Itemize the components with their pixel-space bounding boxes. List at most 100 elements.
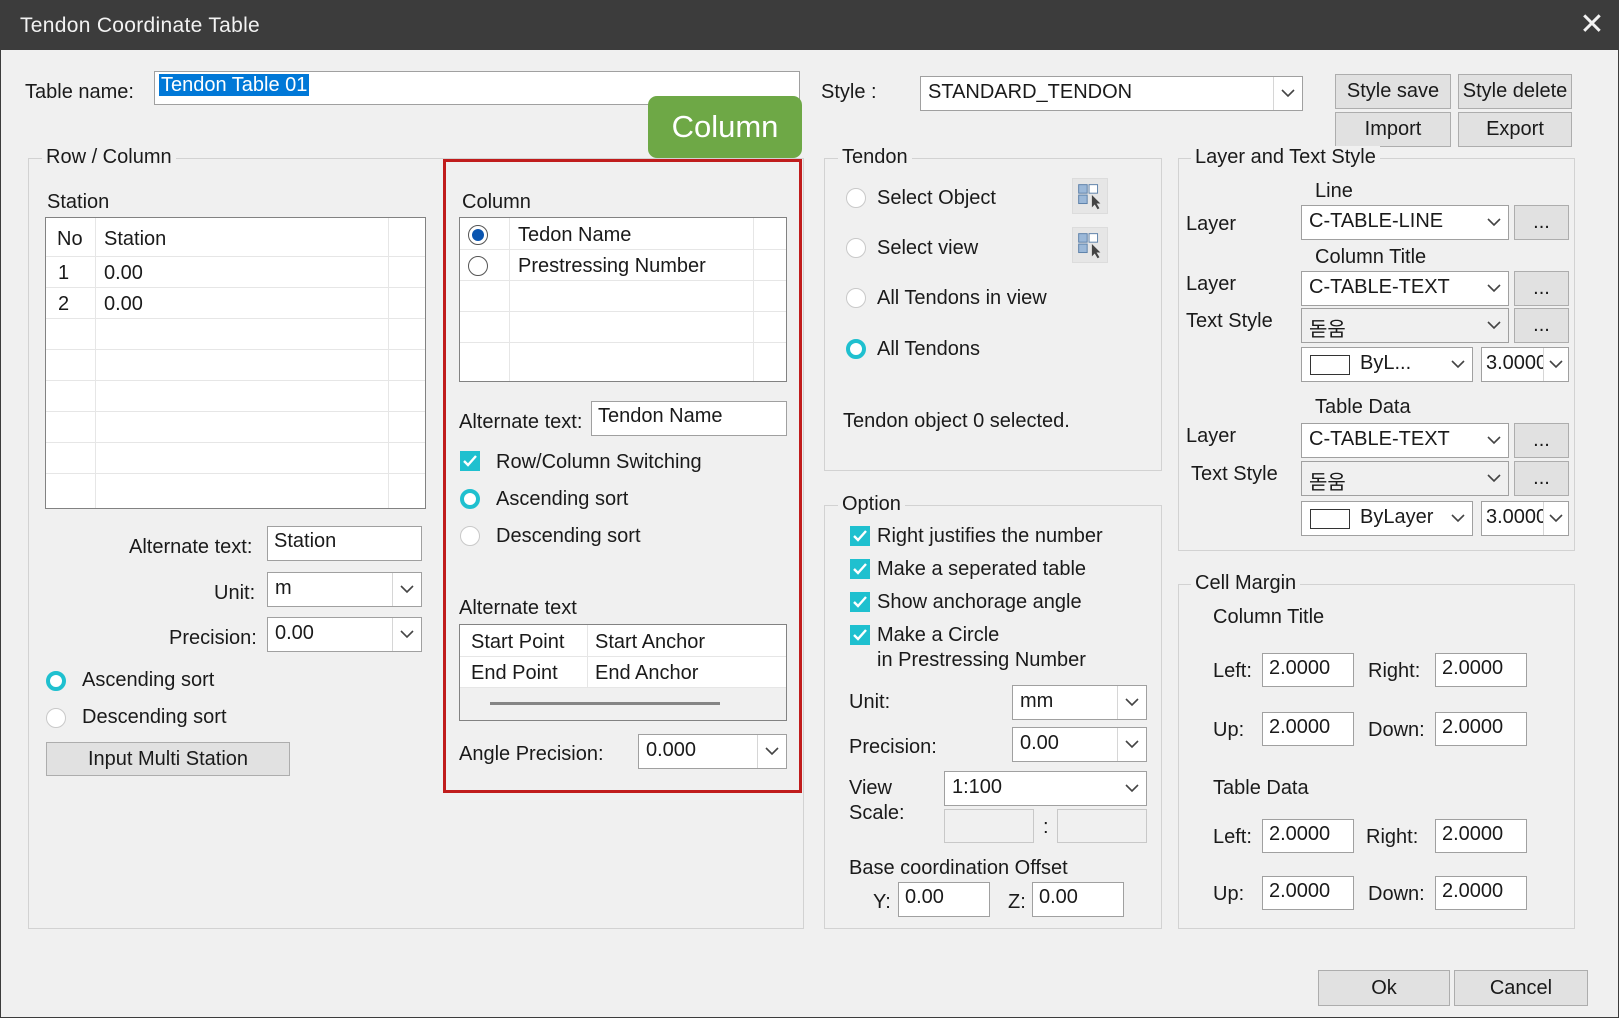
column-item-tendon-name[interactable]: Tedon Name: [518, 224, 631, 247]
horizontal-scrollbar[interactable]: [460, 688, 786, 720]
td-height-select[interactable]: 3.0000: [1481, 501, 1569, 536]
alt-row-a[interactable]: Start Point: [471, 631, 564, 654]
scrollbar-thumb[interactable]: [490, 702, 720, 705]
make-circle-checkbox[interactable]: [850, 625, 870, 645]
option-precision-select[interactable]: 0.00: [1012, 727, 1147, 762]
cm-td-right-input[interactable]: 2.0000: [1435, 819, 1527, 853]
angle-precision-select[interactable]: 0.000: [638, 734, 787, 769]
style-save-button[interactable]: Style save: [1335, 74, 1451, 109]
input-multi-station-button[interactable]: Input Multi Station: [46, 742, 290, 776]
column-ascending-radio[interactable]: [460, 489, 480, 509]
alt-row-a[interactable]: End Point: [471, 662, 558, 685]
station-alt-text-label: Alternate text:: [129, 536, 253, 558]
ok-button[interactable]: Ok: [1318, 970, 1450, 1006]
all-tendons-radio[interactable]: [846, 339, 866, 359]
grid-line: [46, 411, 425, 412]
select-view-pick-icon[interactable]: [1072, 227, 1108, 263]
select-object-pick-icon[interactable]: [1072, 178, 1108, 214]
cm-td-right-label: Right:: [1366, 826, 1419, 848]
option-unit-select[interactable]: mm: [1012, 685, 1147, 720]
ct-font-select[interactable]: 돋움: [1301, 308, 1509, 343]
station-descending-radio[interactable]: [46, 708, 66, 728]
td-font-value: 돋움: [1309, 472, 1346, 494]
ct-layer-select[interactable]: C-TABLE-TEXT: [1301, 271, 1509, 306]
alt-text-table[interactable]: Start Point Start Anchor End Point End A…: [459, 624, 787, 721]
station-alt-text-input[interactable]: Station: [267, 526, 422, 561]
line-layer-select[interactable]: C-TABLE-LINE: [1301, 205, 1509, 240]
chevron-down-icon: [392, 573, 421, 606]
offset-y-input[interactable]: 0.00: [898, 882, 990, 917]
cm-ct-left-input[interactable]: 2.0000: [1262, 653, 1354, 687]
cell-margin-title: Cell Margin: [1191, 572, 1301, 595]
ct-layer-browse-button[interactable]: ...: [1514, 271, 1569, 306]
ct-font-browse-button[interactable]: ...: [1514, 308, 1569, 343]
column-title-section-label: Column Title: [1315, 246, 1427, 268]
ct-color-select[interactable]: ByL...: [1301, 347, 1473, 382]
grid-line: [460, 249, 786, 250]
cm-ct-up-label: Up:: [1213, 719, 1245, 741]
alt-row-b[interactable]: Start Anchor: [595, 631, 705, 654]
export-button[interactable]: Export: [1458, 112, 1572, 147]
column-header-station: Station: [104, 228, 167, 250]
td-color-select[interactable]: ByLayer: [1301, 501, 1473, 536]
separated-table-checkbox[interactable]: [850, 559, 870, 579]
td-font-select[interactable]: 돋움: [1301, 461, 1509, 496]
chevron-down-icon: [1273, 77, 1302, 110]
cm-td-up-input[interactable]: 2.0000: [1262, 876, 1354, 910]
cm-ct-down-input[interactable]: 2.0000: [1435, 712, 1527, 746]
cm-ct-up-input[interactable]: 2.0000: [1262, 712, 1354, 746]
cm-td-down-input[interactable]: 2.0000: [1435, 876, 1527, 910]
station-table[interactable]: No Station 1 0.00 2 0.00: [45, 217, 426, 509]
column-descending-label: Descending sort: [496, 525, 641, 547]
style-select[interactable]: STANDARD_TENDON: [920, 76, 1303, 111]
station-descending-label: Descending sort: [82, 706, 227, 728]
all-tendons-in-view-radio[interactable]: [846, 288, 866, 308]
column-alt-text-label: Alternate text:: [459, 411, 583, 433]
row-column-switching-checkbox[interactable]: [460, 451, 480, 471]
cm-td-left-label: Left:: [1213, 826, 1252, 848]
column-alt-text-input[interactable]: Tendon Name: [591, 401, 787, 436]
grid-line: [46, 473, 425, 474]
column-item-prestressing-number[interactable]: Prestressing Number: [518, 255, 706, 278]
line-layer-browse-button[interactable]: ...: [1514, 205, 1569, 240]
cm-td-down-label: Down:: [1368, 883, 1425, 905]
offset-z-input[interactable]: 0.00: [1032, 882, 1124, 917]
ct-height-select[interactable]: 3.0000: [1481, 347, 1569, 382]
station-ascending-radio[interactable]: [46, 671, 66, 691]
td-font-browse-button[interactable]: ...: [1514, 461, 1569, 496]
table-data-section-label: Table Data: [1315, 396, 1411, 418]
right-justify-checkbox[interactable]: [850, 526, 870, 546]
view-scale-custom-a: [944, 809, 1034, 843]
line-section-label: Line: [1315, 180, 1353, 202]
column-descending-radio[interactable]: [460, 526, 480, 546]
anchorage-angle-checkbox[interactable]: [850, 592, 870, 612]
td-layer-select[interactable]: C-TABLE-TEXT: [1301, 423, 1509, 458]
alt-row-b[interactable]: End Anchor: [595, 662, 698, 685]
select-view-radio[interactable]: [846, 238, 866, 258]
prestressing-number-radio[interactable]: [468, 256, 488, 276]
select-object-radio[interactable]: [846, 188, 866, 208]
line-layer-value: C-TABLE-LINE: [1309, 210, 1444, 232]
close-icon[interactable]: ✕: [1574, 7, 1610, 43]
column-ascending-label: Ascending sort: [496, 488, 629, 510]
station-ascending-label: Ascending sort: [82, 669, 215, 691]
column-list[interactable]: Tedon Name Prestressing Number: [459, 217, 787, 382]
cm-td-left-input[interactable]: 2.0000: [1262, 819, 1354, 853]
table-row-station[interactable]: 0.00: [104, 293, 143, 316]
row-column-title: Row / Column: [42, 146, 176, 169]
import-button[interactable]: Import: [1335, 112, 1451, 147]
td-layer-browse-button[interactable]: ...: [1514, 423, 1569, 458]
grid-line: [460, 342, 786, 343]
cm-ct-right-input[interactable]: 2.0000: [1435, 653, 1527, 687]
grid-line: [95, 218, 96, 508]
station-precision-select[interactable]: 0.00: [267, 617, 422, 652]
table-row-station[interactable]: 0.00: [104, 262, 143, 285]
cancel-button[interactable]: Cancel: [1454, 970, 1588, 1006]
angle-precision-value: 0.000: [646, 739, 697, 761]
tendon-name-radio[interactable]: [468, 225, 488, 245]
chevron-down-icon: [1543, 348, 1568, 381]
station-unit-select[interactable]: m: [267, 572, 422, 607]
color-swatch: [1310, 509, 1350, 529]
style-delete-button[interactable]: Style delete: [1458, 74, 1572, 109]
view-scale-select[interactable]: 1:100: [944, 771, 1147, 806]
